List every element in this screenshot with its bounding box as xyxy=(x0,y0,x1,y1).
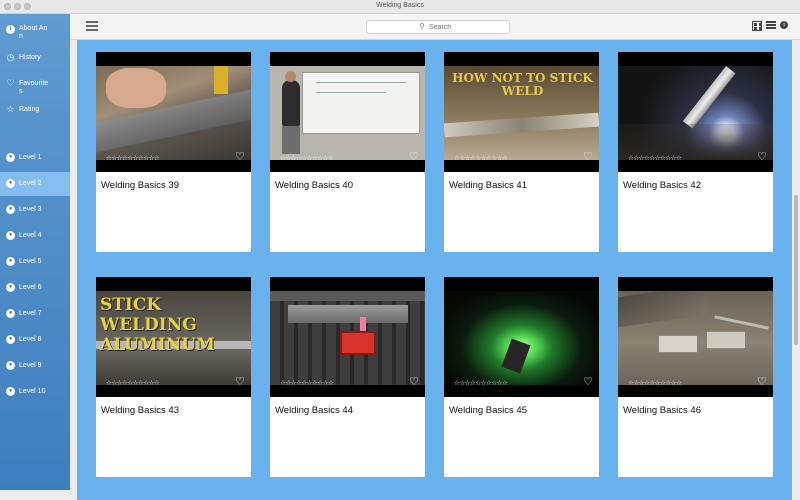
search-input[interactable] xyxy=(429,22,499,33)
sidebar-item-about[interactable]: i About Ann xyxy=(0,20,70,48)
level-icon: ● xyxy=(6,283,15,292)
video-card[interactable]: ☆☆☆☆☆☆☆☆☆☆ ♡ Welding Basics 42 xyxy=(618,52,773,252)
sidebar-item-label: About Ann xyxy=(19,25,48,40)
sidebar-item-level-8[interactable]: ● Level 8 xyxy=(0,328,70,352)
video-title: Welding Basics 43 xyxy=(101,405,179,416)
app-window: Welding Basics i About Ann ◷ History ♡ F… xyxy=(0,0,800,500)
heart-icon: ♡ xyxy=(6,78,15,88)
heart-icon[interactable]: ♡ xyxy=(235,150,245,163)
video-thumbnail[interactable]: ☆☆☆☆☆☆☆☆☆☆ ♡ xyxy=(618,277,773,397)
video-title: Welding Basics 39 xyxy=(101,180,179,191)
rating-stars[interactable]: ☆☆☆☆☆☆☆☆☆☆ xyxy=(454,154,508,162)
rating-stars[interactable]: ☆☆☆☆☆☆☆☆☆☆ xyxy=(628,379,682,387)
sidebar-item-label: History xyxy=(19,54,41,61)
sidebar-item-label: Level 8 xyxy=(19,336,42,343)
level-icon: ● xyxy=(6,335,15,344)
rating-stars[interactable]: ☆☆☆☆☆☆☆☆☆☆ xyxy=(628,154,682,162)
video-thumbnail[interactable]: ☆☆☆☆☆☆☆☆☆☆ ♡ xyxy=(444,277,599,397)
video-thumbnail[interactable]: ☆☆☆☆☆☆☆☆☆☆ ♡ xyxy=(96,52,251,172)
video-card[interactable]: ☆☆☆☆☆☆☆☆☆☆ ♡ Welding Basics 40 xyxy=(270,52,425,252)
title-bar: Welding Basics xyxy=(0,0,800,14)
level-icon: ● xyxy=(6,153,15,162)
level-icon: ● xyxy=(6,309,15,318)
sidebar-item-level-3[interactable]: ● Level 3 xyxy=(0,198,70,222)
video-title: Welding Basics 45 xyxy=(449,405,527,416)
video-thumbnail[interactable]: HOW NOT TO STICK WELD ☆☆☆☆☆☆☆☆☆☆ ♡ xyxy=(444,52,599,172)
video-card[interactable]: ☆☆☆☆☆☆☆☆☆☆ ♡ Welding Basics 46 xyxy=(618,277,773,477)
heart-icon[interactable]: ♡ xyxy=(583,375,593,388)
video-card[interactable]: HOW NOT TO STICK WELD ☆☆☆☆☆☆☆☆☆☆ ♡ Weldi… xyxy=(444,52,599,252)
sidebar-item-level-7[interactable]: ● Level 7 xyxy=(0,302,70,326)
info-button[interactable]: i xyxy=(780,21,790,31)
search-icon: ⚲ xyxy=(419,22,425,31)
menu-icon[interactable] xyxy=(86,20,98,32)
rating-stars[interactable]: ☆☆☆☆☆☆☆☆☆☆ xyxy=(280,154,334,162)
level-icon: ● xyxy=(6,231,15,240)
heart-icon[interactable]: ♡ xyxy=(757,375,767,388)
sidebar-item-label: Rating xyxy=(19,106,40,113)
sidebar-item-label: Level 6 xyxy=(19,284,42,291)
thumbnail-caption: HOW NOT TO STICK WELD xyxy=(452,71,593,98)
sidebar-item-label: Level 1 xyxy=(19,154,42,161)
heart-icon[interactable]: ♡ xyxy=(409,150,419,163)
scrollbar[interactable] xyxy=(794,195,798,345)
heart-icon[interactable]: ♡ xyxy=(409,375,419,388)
sidebar-item-label: Level 2 xyxy=(19,180,42,187)
window-title: Welding Basics xyxy=(376,2,424,9)
level-icon: ● xyxy=(6,387,15,396)
sidebar: i About Ann ◷ History ♡ Favourites ☆ Rat… xyxy=(0,14,70,490)
sidebar-item-level-6[interactable]: ● Level 6 xyxy=(0,276,70,300)
video-card[interactable]: ☆☆☆☆☆☆☆☆☆☆ ♡ Welding Basics 39 xyxy=(96,52,251,252)
rating-stars[interactable]: ☆☆☆☆☆☆☆☆☆☆ xyxy=(106,379,160,387)
level-icon: ● xyxy=(6,179,15,188)
star-icon: ☆ xyxy=(6,104,15,114)
sidebar-item-level-5[interactable]: ● Level 5 xyxy=(0,250,70,274)
grid-view-icon[interactable] xyxy=(752,21,762,31)
rating-stars[interactable]: ☆☆☆☆☆☆☆☆☆☆ xyxy=(280,379,334,387)
sidebar-item-label: Level 9 xyxy=(19,362,42,369)
sidebar-item-level-4[interactable]: ● Level 4 xyxy=(0,224,70,248)
video-card[interactable]: ☆☆☆☆☆☆☆☆☆☆ ♡ Welding Basics 44 xyxy=(270,277,425,477)
video-title: Welding Basics 40 xyxy=(275,180,353,191)
video-title: Welding Basics 41 xyxy=(449,180,527,191)
list-view-icon[interactable] xyxy=(766,21,776,31)
sidebar-item-label: Level 5 xyxy=(19,258,42,265)
sidebar-item-rating[interactable]: ☆ Rating xyxy=(0,98,70,122)
sidebar-item-level-10[interactable]: ● Level 10 xyxy=(0,380,70,404)
sidebar-item-label: Favourites xyxy=(19,80,49,95)
sidebar-item-history[interactable]: ◷ History xyxy=(0,46,70,70)
video-thumbnail[interactable]: ☆☆☆☆☆☆☆☆☆☆ ♡ xyxy=(270,277,425,397)
sidebar-item-favourites[interactable]: ♡ Favourites xyxy=(0,72,70,100)
heart-icon[interactable]: ♡ xyxy=(583,150,593,163)
rating-stars[interactable]: ☆☆☆☆☆☆☆☆☆☆ xyxy=(454,379,508,387)
thumbnail-caption: STICK WELDING ALUMINUM xyxy=(100,295,215,355)
video-thumbnail[interactable]: STICK WELDING ALUMINUM ☆☆☆☆☆☆☆☆☆☆ ♡ xyxy=(96,277,251,397)
sidebar-item-level-2[interactable]: ● Level 2 xyxy=(0,172,70,196)
toolbar: ⚲ i xyxy=(70,14,800,40)
rating-stars[interactable]: ☆☆☆☆☆☆☆☆☆☆ xyxy=(106,154,160,162)
search-box[interactable]: ⚲ xyxy=(366,20,510,34)
video-card[interactable]: ☆☆☆☆☆☆☆☆☆☆ ♡ Welding Basics 45 xyxy=(444,277,599,477)
sidebar-item-label: Level 10 xyxy=(19,388,46,395)
info-icon: i xyxy=(6,25,15,34)
video-title: Welding Basics 42 xyxy=(623,180,701,191)
heart-icon[interactable]: ♡ xyxy=(757,150,767,163)
heart-icon[interactable]: ♡ xyxy=(235,375,245,388)
level-icon: ● xyxy=(6,257,15,266)
video-thumbnail[interactable]: ☆☆☆☆☆☆☆☆☆☆ ♡ xyxy=(618,52,773,172)
video-card[interactable]: STICK WELDING ALUMINUM ☆☆☆☆☆☆☆☆☆☆ ♡ Weld… xyxy=(96,277,251,477)
level-icon: ● xyxy=(6,205,15,214)
sidebar-item-label: Level 7 xyxy=(19,310,42,317)
info-icon: i xyxy=(780,21,788,29)
video-title: Welding Basics 46 xyxy=(623,405,701,416)
sidebar-item-level-1[interactable]: ● Level 1 xyxy=(0,146,70,170)
clock-icon: ◷ xyxy=(6,52,15,62)
sidebar-item-label: Level 3 xyxy=(19,206,42,213)
video-title: Welding Basics 44 xyxy=(275,405,353,416)
sidebar-item-level-9[interactable]: ● Level 9 xyxy=(0,354,70,378)
sidebar-item-label: Level 4 xyxy=(19,232,42,239)
video-thumbnail[interactable]: ☆☆☆☆☆☆☆☆☆☆ ♡ xyxy=(270,52,425,172)
level-icon: ● xyxy=(6,361,15,370)
